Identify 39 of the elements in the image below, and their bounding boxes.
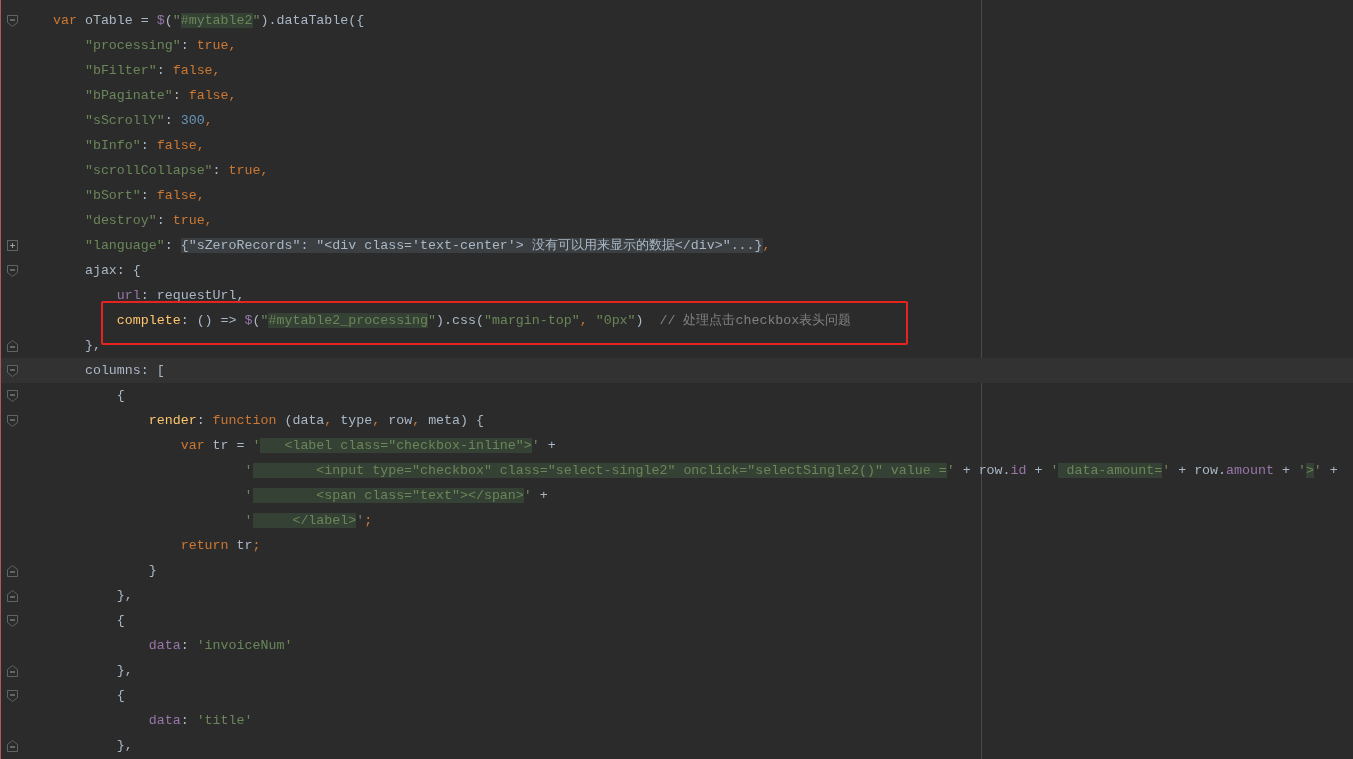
code-line: data: 'title': [147, 712, 253, 730]
fold-icon[interactable]: [7, 739, 18, 752]
code-line: },: [115, 737, 133, 755]
code-line: "bSort": false,: [83, 187, 205, 205]
code-line: "scrollCollapse": true,: [83, 162, 269, 180]
fold-icon[interactable]: [7, 614, 18, 627]
code-line: ajax: {: [83, 262, 141, 280]
fold-icon[interactable]: [7, 389, 18, 402]
code-line: var oTable = $("#mytable2").dataTable({: [53, 12, 365, 30]
code-line: var tr = ' <label class="checkbox-inline">' +: [179, 437, 556, 455]
code-line: "bFilter": false,: [83, 62, 221, 80]
fold-icon[interactable]: [7, 264, 18, 277]
expand-icon[interactable]: [7, 240, 18, 251]
code-line: {: [115, 612, 125, 630]
code-line: }: [147, 562, 157, 580]
fold-icon[interactable]: [7, 664, 18, 677]
code-line: render: function (data, type, row, meta) {: [147, 412, 484, 430]
code-line: },: [115, 662, 133, 680]
code-line: },: [83, 337, 101, 355]
code-line: },: [115, 587, 133, 605]
code-line: "bInfo": false,: [83, 137, 205, 155]
fold-icon[interactable]: [7, 564, 18, 577]
code-line: return tr;: [179, 537, 261, 555]
fold-icon[interactable]: [7, 364, 18, 377]
code-line: "sScrollY": 300,: [83, 112, 213, 130]
code-line: "processing": true,: [83, 37, 237, 55]
code-line: "destroy": true,: [83, 212, 213, 230]
code-line: columns: [: [83, 362, 165, 380]
fold-icon[interactable]: [7, 589, 18, 602]
fold-icon[interactable]: [7, 339, 18, 352]
code-line: url: requestUrl,: [115, 287, 245, 305]
fold-icon[interactable]: [7, 414, 18, 427]
code-line: data: 'invoiceNum': [147, 637, 293, 655]
fold-icon[interactable]: [7, 14, 18, 27]
code-line: {: [115, 387, 125, 405]
code-line: "bPaginate": false,: [83, 87, 237, 105]
code-line: {: [115, 687, 125, 705]
code-line: complete: () => $("#mytable2_processing").css("margin-top", "0px") // 处理点击checkbox表头问题: [115, 312, 852, 330]
fold-icon[interactable]: [7, 689, 18, 702]
